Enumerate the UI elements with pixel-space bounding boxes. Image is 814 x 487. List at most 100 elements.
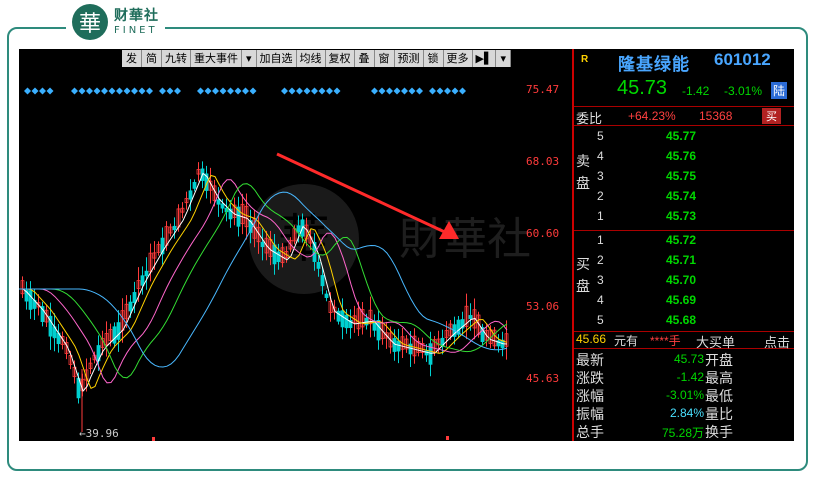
signal-dot-7 xyxy=(93,87,101,95)
toolbar-item-5[interactable]: 加自选 xyxy=(257,50,297,67)
buy_book-price-2[interactable]: 45.71 xyxy=(666,253,696,267)
candle-118 xyxy=(492,326,497,350)
signal-dot-41 xyxy=(429,87,436,95)
buy_book-level-3: 3 xyxy=(597,273,604,287)
toolbar-item-9[interactable]: 窗 xyxy=(375,50,395,67)
trade-more-link[interactable]: 点击 xyxy=(764,332,790,351)
y-label-1: 75.47 xyxy=(526,83,560,96)
sell_book-price-5[interactable]: 45.77 xyxy=(666,129,696,143)
stock-name[interactable]: 隆基绿能 xyxy=(618,50,690,75)
toolbar-item-3[interactable]: 重大事件 xyxy=(191,50,242,67)
signal-dot-22 xyxy=(227,87,234,95)
stock-title: R 隆基绿能 601012 xyxy=(574,49,794,74)
toolbar-item-12[interactable]: 更多 xyxy=(444,50,473,67)
trade-row: 45.66 元有 ****手 大买单 点击 xyxy=(574,332,794,351)
toolbar-item-10[interactable]: 预测 xyxy=(395,50,424,67)
toolbar-item-0[interactable]: 发 xyxy=(122,50,142,67)
candle-44 xyxy=(196,162,201,182)
y-label-3: 60.60 xyxy=(526,227,560,240)
signal-dot-12 xyxy=(131,87,138,95)
stat-right-label: 最高 xyxy=(705,370,733,386)
toolbar-item-4[interactable]: ▾ xyxy=(242,50,257,67)
candle-37 xyxy=(168,223,173,237)
watermark: 華 財華社 xyxy=(249,184,531,294)
signal-dot-25 xyxy=(249,87,257,95)
sell-book: 卖盘 5 45.77 4 45.76 3 45.75 2 45.74 1 45.73 xyxy=(574,126,794,229)
candle-98 xyxy=(412,328,417,364)
candle-23 xyxy=(112,322,117,348)
r-tag: R xyxy=(581,54,589,65)
signal-dot-10 xyxy=(116,87,123,95)
candle-76 xyxy=(324,290,329,302)
candle-40 xyxy=(180,202,185,219)
toolbar-item-13[interactable]: ▶▌ xyxy=(473,50,497,67)
signal-dot-24 xyxy=(242,87,249,95)
volume-tick-0 xyxy=(152,437,155,441)
sell-side-label: 卖盘 xyxy=(576,153,590,191)
toolbar-item-1[interactable]: 简 xyxy=(142,50,162,67)
stat-right-label: 换手 xyxy=(705,424,733,440)
candle-9 xyxy=(56,324,61,353)
signal-dot-43 xyxy=(444,87,451,95)
stock-code[interactable]: 601012 xyxy=(714,50,771,70)
signal-dot-29 xyxy=(303,87,311,95)
sell_book-price-2[interactable]: 45.74 xyxy=(666,189,696,203)
candle-1 xyxy=(24,281,29,310)
buy_book-price-5[interactable]: 45.68 xyxy=(666,313,696,327)
weibi-num: 15368 xyxy=(699,109,733,123)
signal-dot-21 xyxy=(219,87,227,95)
candle-80 xyxy=(340,298,345,340)
logo-en: FINET xyxy=(114,24,158,36)
candle-99 xyxy=(416,337,421,357)
signal-dots xyxy=(24,87,466,95)
signal-dot-32 xyxy=(326,87,333,95)
signal-dot-15 xyxy=(159,87,166,95)
signal-dot-36 xyxy=(386,87,393,95)
signal-dot-34 xyxy=(371,87,378,95)
signal-dot-4 xyxy=(71,87,78,95)
y-label-4: 53.06 xyxy=(526,300,560,313)
toolbar-item-7[interactable]: 复权 xyxy=(326,50,355,67)
logo-cn: 财華社 xyxy=(114,7,159,24)
stat-label: 振幅 xyxy=(576,406,604,422)
buy_book-level-4: 4 xyxy=(597,293,604,307)
toolbar-item-14[interactable]: ▾ xyxy=(496,50,511,67)
candle-111 xyxy=(464,293,469,340)
sell_book-level-1: 1 xyxy=(597,209,604,223)
connect-tag[interactable]: 陆 xyxy=(771,82,788,99)
buy_book-price-1[interactable]: 45.72 xyxy=(666,233,696,247)
sell_book-level-3: 3 xyxy=(597,169,604,183)
y-label-5: 45.63 xyxy=(526,372,560,385)
price-change: -1.42 xyxy=(682,84,710,98)
candle-31 xyxy=(144,257,149,290)
candle-35 xyxy=(160,227,165,265)
toolbar-item-6[interactable]: 均线 xyxy=(297,50,326,67)
toolbar-item-8[interactable]: 叠 xyxy=(355,50,375,67)
buy_book-level-5: 5 xyxy=(597,313,604,327)
stat-row-2: 涨幅 -3.01% 最低 xyxy=(574,386,794,404)
candle-0 xyxy=(20,276,25,299)
finet-logo: 華 财華社 FINET xyxy=(66,4,165,40)
candle-96 xyxy=(404,335,409,353)
candle-2 xyxy=(28,281,33,319)
buy_book-price-4[interactable]: 45.69 xyxy=(666,293,696,307)
buy-button[interactable]: 买 xyxy=(762,108,781,124)
weibi-label: 委比 xyxy=(576,111,603,126)
sell_book-price-4[interactable]: 45.76 xyxy=(666,149,696,163)
toolbar-item-2[interactable]: 九转 xyxy=(162,50,191,67)
signal-dot-1 xyxy=(31,87,39,95)
signal-dot-14 xyxy=(146,87,153,95)
kline-chart[interactable]: 華 財華社 xyxy=(19,49,572,441)
price-row: 45.73 -1.42 -3.01% 陆 xyxy=(574,77,794,101)
stat-row-0: 最新 45.73 开盘 xyxy=(574,350,794,368)
candle-94 xyxy=(396,328,401,364)
kline-chart-area[interactable]: 華 財華社 xyxy=(19,49,572,441)
volume-ticks xyxy=(152,436,449,441)
sell_book-price-3[interactable]: 45.75 xyxy=(666,169,696,183)
stat-label: 涨幅 xyxy=(576,388,604,404)
toolbar-item-11[interactable]: 锁 xyxy=(424,50,444,67)
buy_book-price-3[interactable]: 45.70 xyxy=(666,273,696,287)
candle-54 xyxy=(236,196,241,237)
sell_book-price-1[interactable]: 45.73 xyxy=(666,209,696,223)
stat-value: 75.28万 xyxy=(661,426,704,440)
